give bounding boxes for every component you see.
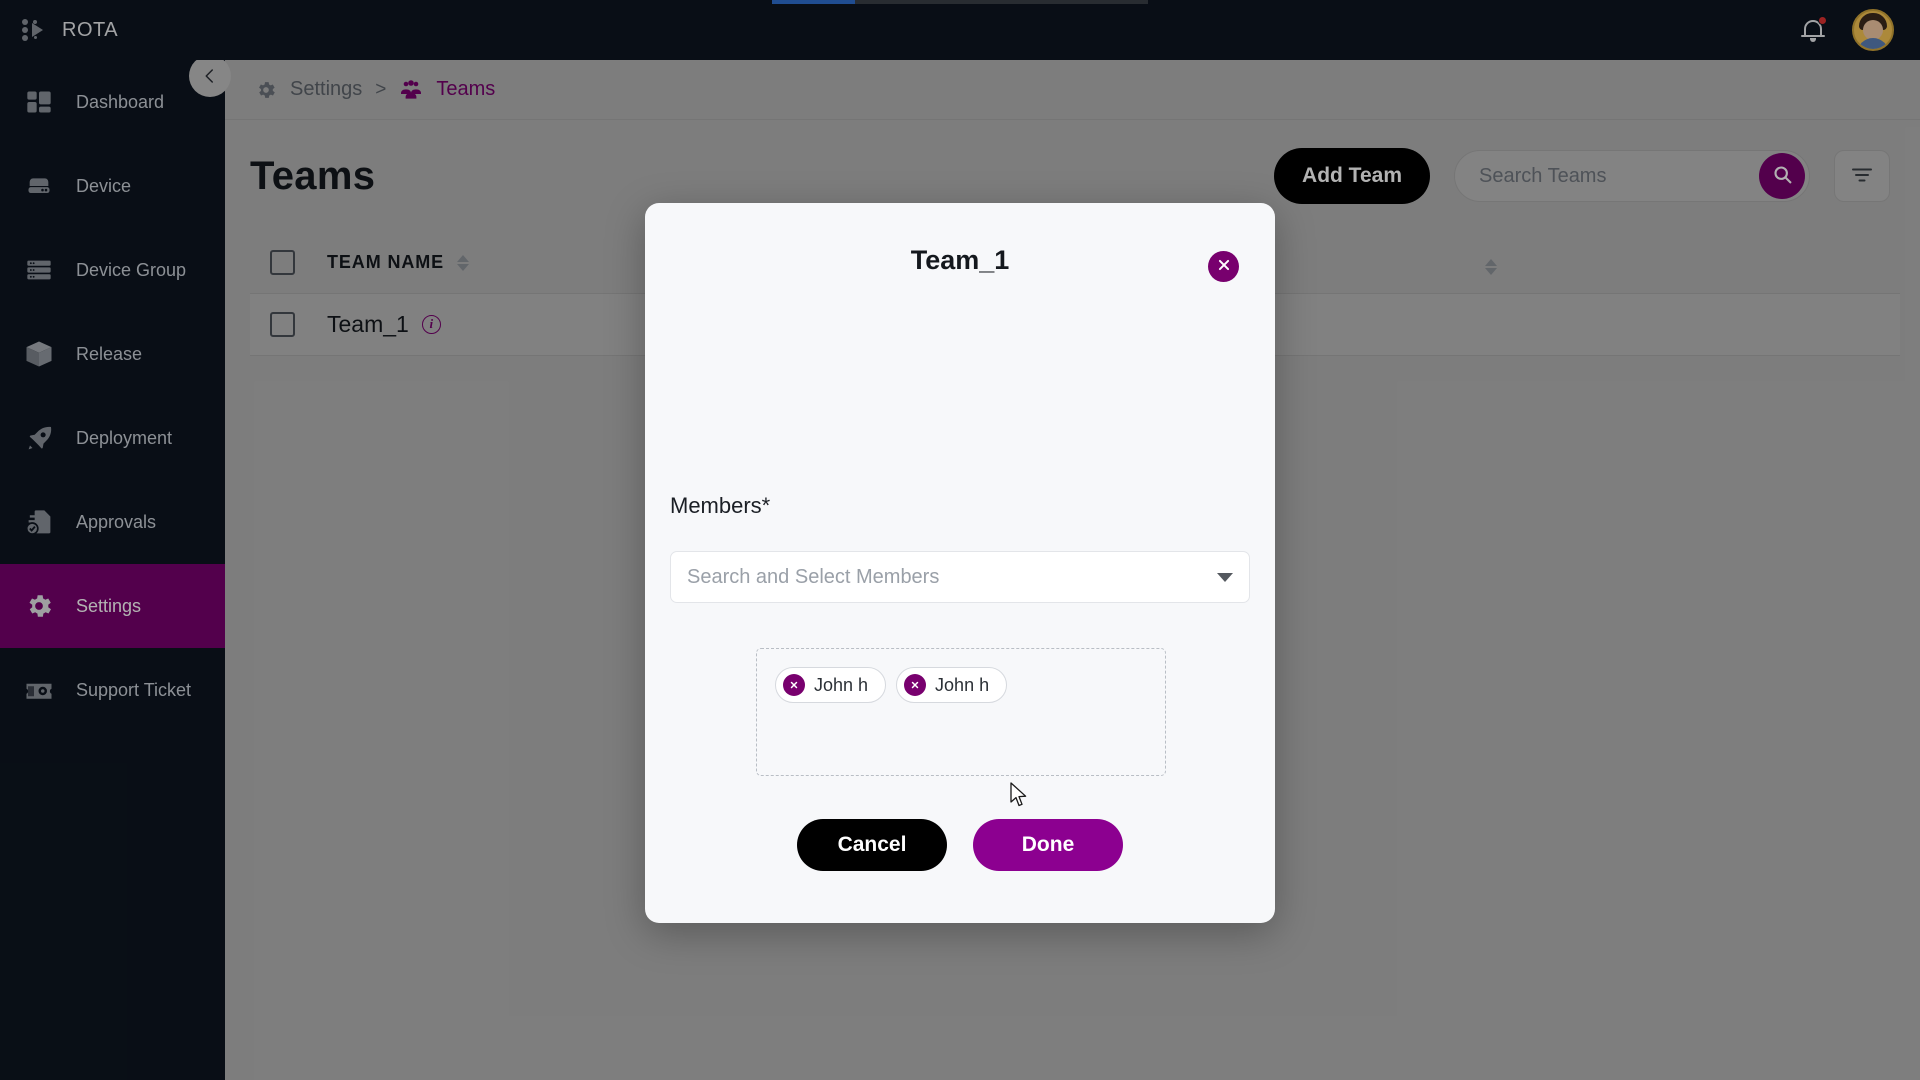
chevron-down-icon[interactable] (1217, 572, 1233, 582)
remove-x-icon[interactable] (904, 674, 927, 696)
members-select[interactable]: Search and Select Members (670, 551, 1250, 603)
members-select-placeholder: Search and Select Members (687, 565, 940, 588)
edit-team-modal: Team_1 Members* Search and Select Member… (645, 203, 1275, 923)
member-chip-label: John h (935, 674, 990, 695)
modal-footer: Cancel Done (645, 819, 1275, 871)
close-x-icon (1217, 258, 1231, 275)
selected-members-area: John h John h (756, 648, 1166, 776)
member-chip[interactable]: John h (896, 667, 1008, 703)
done-button[interactable]: Done (973, 819, 1123, 871)
modal-close-button[interactable] (1208, 251, 1239, 282)
cancel-button[interactable]: Cancel (797, 819, 947, 871)
remove-x-icon[interactable] (783, 674, 805, 696)
member-chip-label: John h (814, 674, 869, 695)
member-chip[interactable]: John h (775, 667, 887, 703)
members-label: Members* (670, 493, 771, 518)
modal-title: Team_1 (910, 245, 1010, 275)
